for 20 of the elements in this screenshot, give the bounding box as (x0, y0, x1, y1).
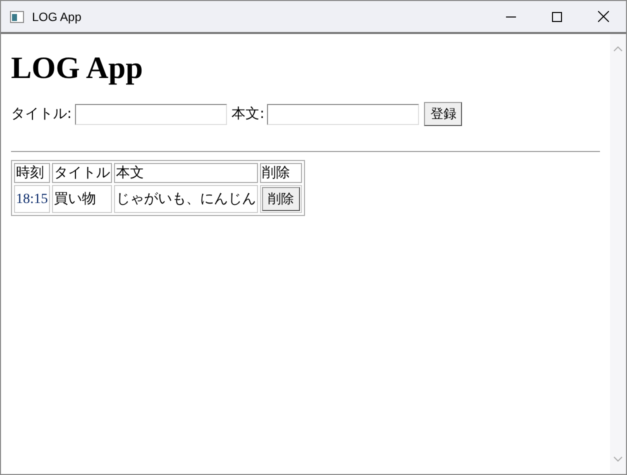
title-label: タイトル: (11, 105, 72, 123)
body-label: 本文: (232, 105, 264, 123)
table-cell: 18:15 (14, 185, 50, 213)
column-header: 時刻 (14, 163, 50, 183)
register-button[interactable]: 登録 (424, 102, 462, 126)
body-input[interactable] (267, 104, 420, 124)
window-title: LOG App (32, 10, 82, 24)
column-header: 本文 (114, 163, 258, 183)
close-icon (598, 11, 608, 22)
maximize-icon (552, 12, 562, 22)
table-cell: 買い物 (52, 185, 112, 213)
title-input[interactable] (74, 104, 227, 124)
scroll-down-icon[interactable] (613, 456, 623, 462)
scroll-up-icon[interactable] (613, 46, 623, 52)
delete-button[interactable]: 削除 (262, 187, 300, 211)
app-icon (10, 10, 24, 22)
column-header: 削除 (260, 163, 302, 183)
column-header: タイトル (52, 163, 112, 183)
page-heading: LOG App (11, 50, 144, 86)
table-cell: じゃがいも、にんじん (114, 185, 258, 213)
